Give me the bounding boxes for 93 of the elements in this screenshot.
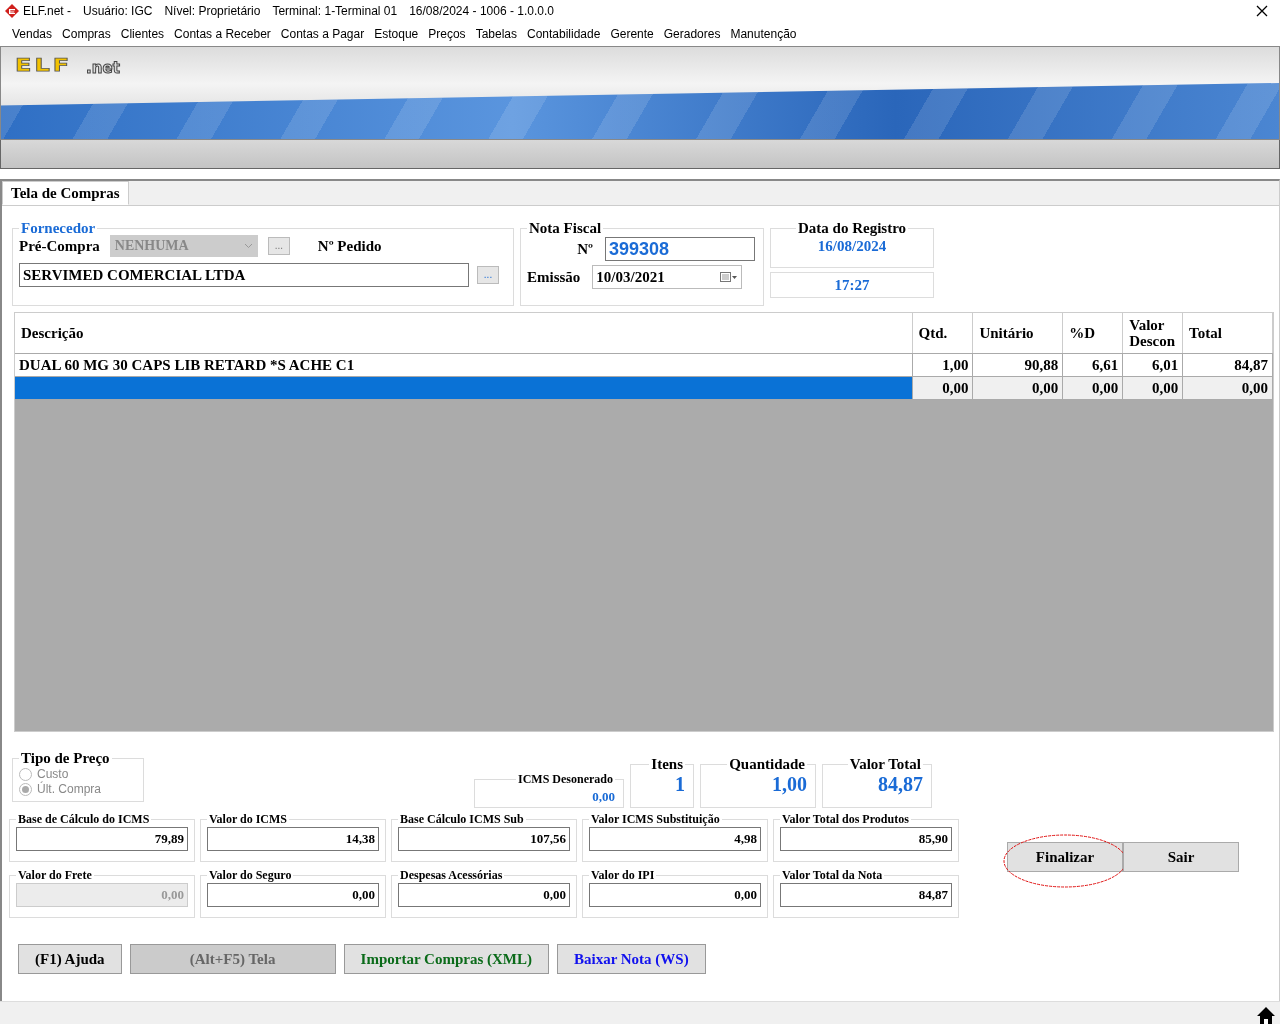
amount-field[interactable]: 0,00 [398, 883, 570, 907]
group-title: ICMS Desonerado [517, 772, 614, 787]
app-logo-icon [5, 4, 19, 18]
footer-button[interactable]: Baixar Nota (WS) [556, 944, 706, 974]
chevron-icon [243, 243, 253, 249]
column-header[interactable]: Descrição [15, 313, 913, 353]
field-label: Emissão [527, 268, 581, 286]
menu-item[interactable]: Preços [428, 27, 466, 41]
field-label: Nº Pedido [317, 237, 382, 255]
app-title: ELF.net - [23, 4, 72, 18]
table-cell: 0,00 [973, 377, 1064, 399]
menu-item[interactable]: Contabilidade [527, 27, 601, 41]
registration-date: 16/08/2024 [817, 238, 887, 254]
column-header[interactable]: Total [1183, 313, 1273, 353]
field-label: Nº [576, 240, 593, 258]
group-title: Valor Total da Nota [781, 868, 884, 883]
invoice-number-field[interactable]: 399308 [605, 237, 755, 261]
amount-field[interactable]: 0,00 [589, 883, 761, 907]
group-title: Valor do Frete [17, 868, 93, 883]
logo-text: ELF [15, 54, 73, 76]
group-title: Base de Cálculo do ICMS [17, 812, 151, 827]
column-header[interactable]: Unitário [973, 313, 1064, 353]
menu-item[interactable]: Contas a Pagar [280, 27, 365, 41]
action-button[interactable]: Sair [1123, 842, 1239, 872]
table-cell: 0,00 [1183, 377, 1273, 399]
close-icon[interactable] [1256, 5, 1268, 17]
group-title: Nota Fiscal [528, 220, 603, 237]
group-title: Despesas Acessórias [399, 868, 504, 883]
date-value: 10/03/2021 [596, 268, 665, 286]
table-cell: 90,88 [973, 354, 1064, 376]
calendar-icon[interactable] [720, 271, 739, 283]
group-title: Tipo de Preço [20, 750, 111, 767]
group-title: Valor do Seguro [208, 868, 293, 883]
tab[interactable]: Tela de Compras [2, 181, 129, 205]
footer-button[interactable]: (F1) Ajuda [18, 944, 122, 974]
logo-suffix: .net [86, 59, 120, 77]
group-title: Itens [650, 756, 684, 773]
table-cell: 6,61 [1063, 354, 1124, 376]
registration-time: 17:27 [770, 272, 934, 298]
amount-field[interactable]: 79,89 [16, 827, 188, 851]
table-cell: DUAL 60 MG 30 CAPS LIB RETARD *S ACHE C1 [15, 354, 913, 376]
icms-exempt-value: 0,00 [592, 789, 615, 804]
column-header[interactable]: Valor Descon [1123, 313, 1184, 353]
supplier-field[interactable]: SERVIMED COMERCIAL LTDA [19, 263, 469, 287]
group-title: Base Cálculo ICMS Sub [399, 812, 525, 827]
group-title: Quantidade [728, 756, 806, 773]
group-title: Valor ICMS Substituição [590, 812, 721, 827]
amount-field[interactable]: 84,87 [780, 883, 952, 907]
group-title: Data do Registro [796, 220, 907, 237]
summary-value: 1 [675, 773, 685, 795]
table-row[interactable]: 0,00 0,00 0,00 0,00 0,00 [15, 377, 1273, 400]
user-label: Usuário: IGC [83, 4, 153, 18]
group-title: Fornecedor [20, 220, 97, 237]
menu-item[interactable]: Tabelas [475, 27, 517, 41]
menu-item[interactable]: Gerente [610, 27, 654, 41]
action-button[interactable]: Finalizar [1007, 842, 1123, 872]
browse-button[interactable]: ... [477, 266, 499, 284]
menu-item[interactable]: Contas a Receber [174, 27, 271, 41]
menu-item[interactable]: Clientes [120, 27, 165, 41]
group-title: Valor do ICMS [208, 812, 289, 827]
terminal-label: Terminal: 1-Terminal 01 [272, 4, 398, 18]
column-header[interactable]: Qtd. [912, 313, 974, 353]
version-info: 16/08/2024 - 1006 - 1.0.0.0 [409, 4, 554, 18]
table-cell: 6,01 [1123, 354, 1184, 376]
menu-item[interactable]: Manutenção [730, 27, 797, 41]
group-title: Valor Total dos Produtos [781, 812, 910, 827]
table-cell: 0,00 [1123, 377, 1184, 399]
footer-button[interactable]: (Alt+F5) Tela [129, 944, 336, 974]
group-title: Valor do IPI [590, 868, 656, 883]
home-icon[interactable] [1256, 1006, 1276, 1024]
amount-field[interactable]: 85,90 [780, 827, 952, 851]
field-label: Pré-Compra [19, 237, 100, 255]
amount-field[interactable]: 14,38 [207, 827, 379, 851]
column-header[interactable]: %D [1063, 313, 1124, 353]
group-title: Valor Total [848, 756, 922, 773]
table-row[interactable]: DUAL 60 MG 30 CAPS LIB RETARD *S ACHE C1 1,00 90,88 6,61 6,01 84,87 [15, 354, 1273, 377]
summary-value: 1,00 [772, 773, 807, 795]
table-cell: 0,00 [912, 377, 974, 399]
summary-value: 84,87 [878, 773, 923, 795]
menu-item[interactable]: Vendas [12, 27, 53, 41]
browse-button[interactable]: ... [267, 237, 290, 255]
amount-field[interactable]: 107,56 [398, 827, 570, 851]
footer-button[interactable]: Importar Compras (XML) [343, 944, 549, 974]
menu-item[interactable]: Compras [62, 27, 111, 41]
menu-item[interactable]: Geradores [663, 27, 721, 41]
amount-field[interactable]: 0,00 [207, 883, 379, 907]
issue-date-field[interactable]: 10/03/2021 [592, 265, 743, 289]
table-cell: 1,00 [912, 354, 974, 376]
table-cell: 84,87 [1183, 354, 1273, 376]
level-label: Nível: Proprietário [164, 4, 261, 18]
menu-item[interactable]: Estoque [374, 27, 419, 41]
amount-field[interactable]: 4,98 [589, 827, 761, 851]
table-cell: 0,00 [1063, 377, 1124, 399]
